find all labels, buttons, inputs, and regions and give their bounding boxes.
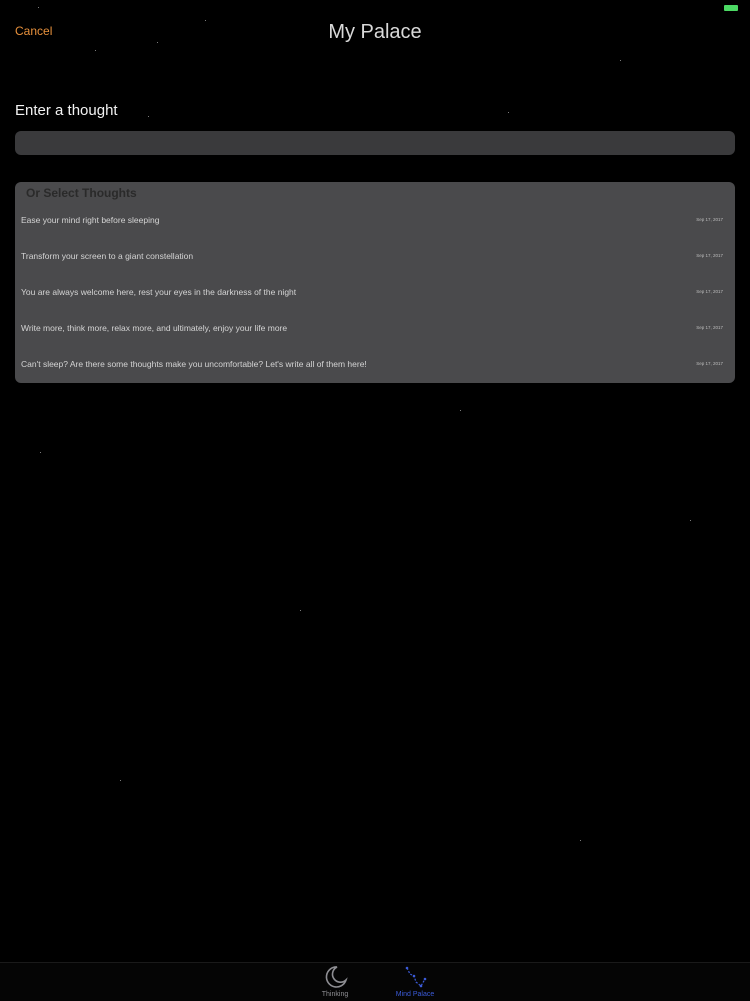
thought-text: Write more, think more, relax more, and … <box>21 323 288 333</box>
tab-label: Mind Palace <box>395 991 435 998</box>
tab-bar: Thinking Mind Palace <box>0 962 750 1001</box>
thought-text: Transform your screen to a giant constel… <box>21 251 194 261</box>
thought-list-item[interactable]: Ease your mind right before sleeping Sep… <box>15 209 735 233</box>
thought-date: Sep 17, 2017 <box>696 361 723 366</box>
thoughts-list-header: Or Select Thoughts <box>26 186 137 200</box>
thought-text: You are always welcome here, rest your e… <box>21 287 297 297</box>
page-title: My Palace <box>328 21 422 43</box>
thought-date: Sep 17, 2017 <box>696 253 723 258</box>
constellation-icon <box>405 966 427 988</box>
tab-label: Thinking <box>321 991 349 998</box>
thought-list-item[interactable]: Write more, think more, relax more, and … <box>15 317 735 341</box>
thought-list-item[interactable]: Transform your screen to a giant constel… <box>15 245 735 269</box>
thought-input[interactable] <box>15 131 735 155</box>
thought-prompt-label: Enter a thought <box>15 102 118 119</box>
tab-thinking[interactable]: Thinking <box>295 963 375 1001</box>
thought-date: Sep 17, 2017 <box>696 325 723 330</box>
thoughts-list-panel: Or Select Thoughts Ease your mind right … <box>15 182 735 383</box>
thought-list-item[interactable]: You are always welcome here, rest your e… <box>15 281 735 305</box>
thought-text: Can't sleep? Are there some thoughts mak… <box>21 359 367 369</box>
navigation-bar: Cancel My Palace <box>0 0 750 66</box>
thought-date: Sep 17, 2017 <box>696 217 723 222</box>
thought-text: Ease your mind right before sleeping <box>21 215 160 225</box>
tab-mind-palace[interactable]: Mind Palace <box>375 963 455 1001</box>
moon-icon <box>325 966 347 988</box>
thought-list-item[interactable]: Can't sleep? Are there some thoughts mak… <box>15 353 735 377</box>
thought-date: Sep 17, 2017 <box>696 289 723 294</box>
